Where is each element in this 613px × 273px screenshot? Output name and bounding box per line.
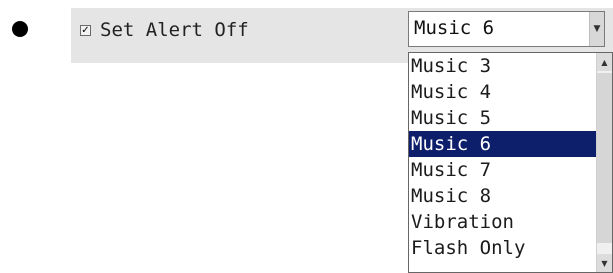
- scroll-down-icon[interactable]: ▼: [597, 254, 612, 272]
- dropdown-option[interactable]: Flash Only: [409, 235, 596, 261]
- alert-sound-select[interactable]: Music 6 ▼: [408, 11, 605, 47]
- dropdown-option[interactable]: Music 8: [409, 183, 596, 209]
- dropdown-scrollbar[interactable]: ▲ ▼: [596, 53, 612, 272]
- dropdown-option[interactable]: Music 3: [409, 53, 596, 79]
- dropdown-option[interactable]: Music 5: [409, 105, 596, 131]
- scrollbar-thumb[interactable]: [597, 73, 612, 243]
- chevron-down-icon[interactable]: ▼: [589, 12, 604, 46]
- dropdown-options: Music 3 Music 4 Music 5 Music 6 Music 7 Music…: [409, 53, 596, 261]
- dropdown-option[interactable]: Music 6: [409, 131, 596, 157]
- set-alert-off-label: Set Alert Off: [100, 19, 249, 41]
- scroll-up-icon[interactable]: ▲: [597, 53, 612, 71]
- dropdown-option[interactable]: Vibration: [409, 209, 596, 235]
- alert-sound-selected-value: Music 6: [414, 17, 495, 39]
- dropdown-option[interactable]: Music 7: [409, 157, 596, 183]
- set-alert-off-checkbox[interactable]: ✓: [80, 25, 91, 36]
- dropdown-option[interactable]: Music 4: [409, 79, 596, 105]
- bullet-point: [12, 21, 28, 37]
- alert-sound-dropdown-list[interactable]: Music 3 Music 4 Music 5 Music 6 Music 7 Music…: [408, 52, 613, 273]
